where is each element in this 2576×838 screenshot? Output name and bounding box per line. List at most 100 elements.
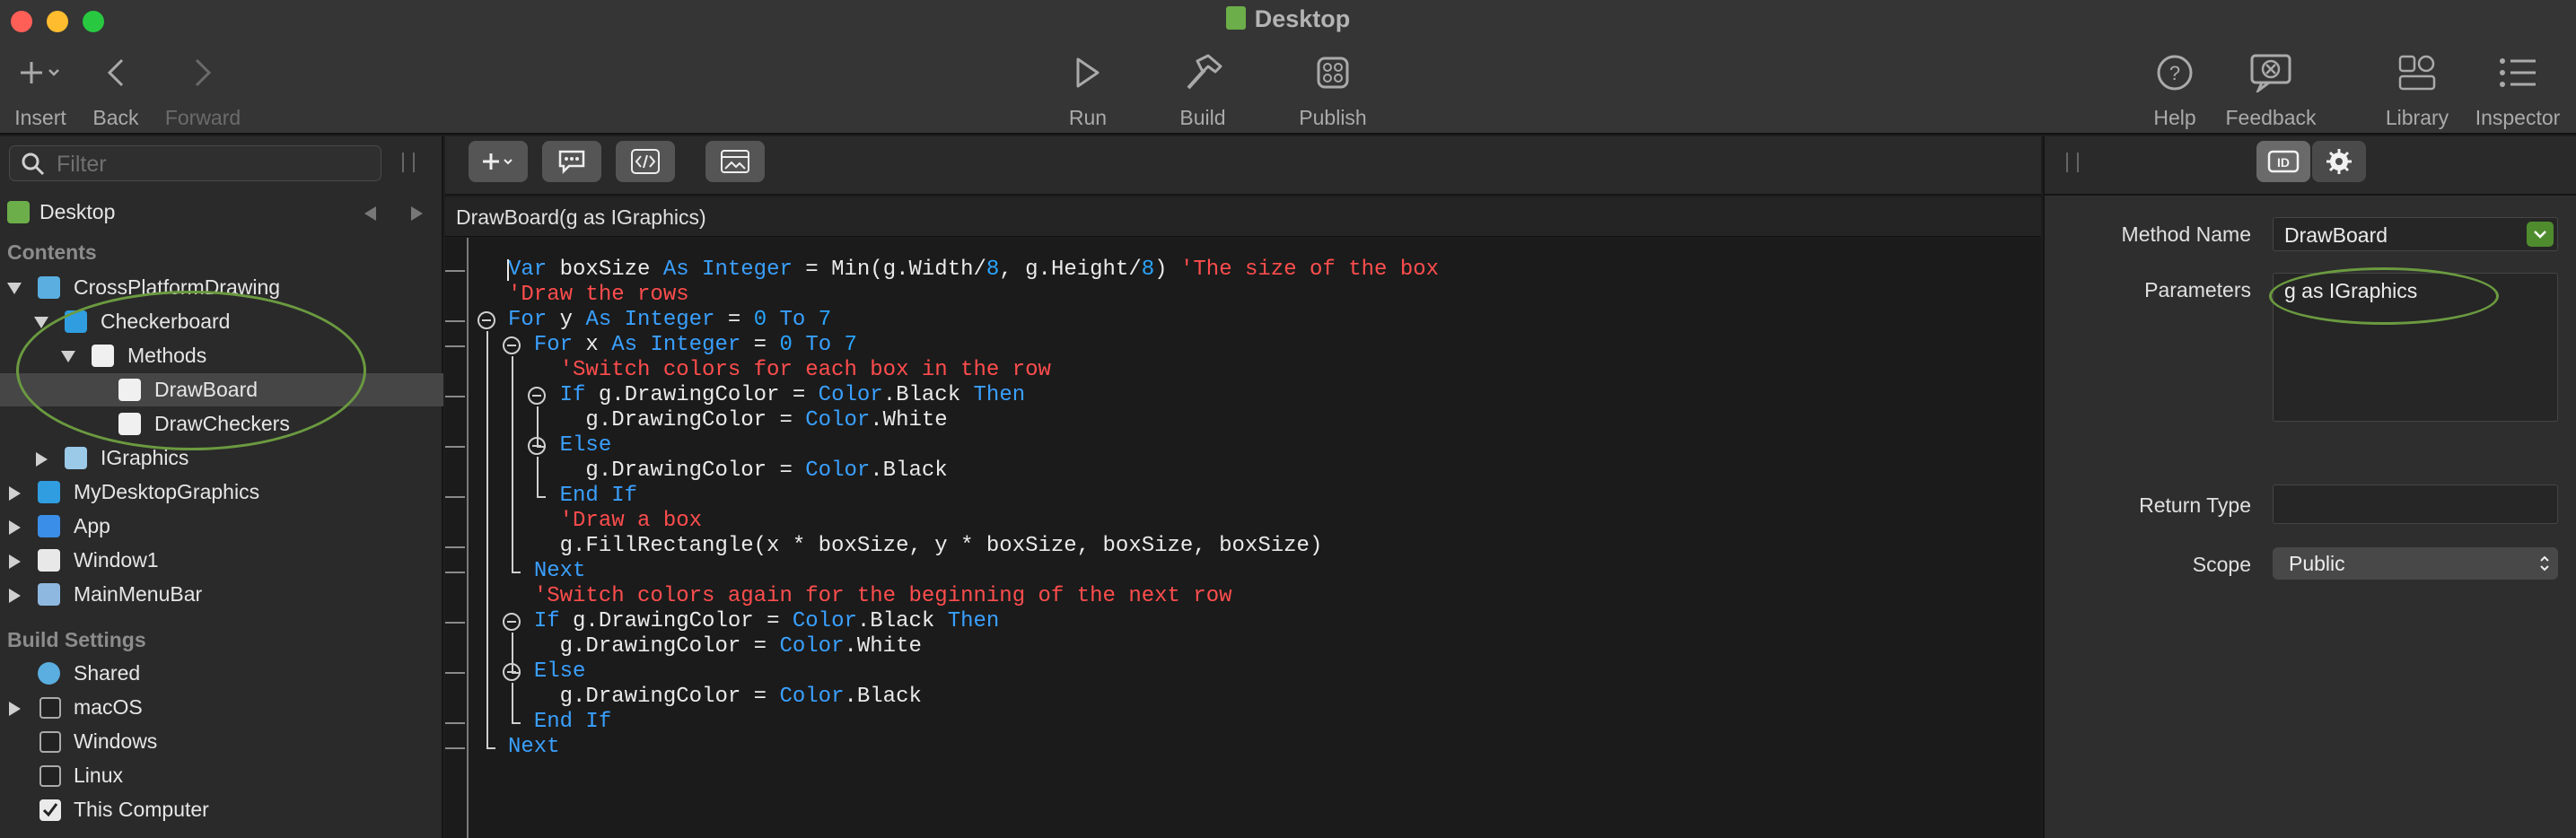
code-line[interactable]: 'Draw a box: [445, 509, 2041, 534]
inspector-button[interactable]: Inspector: [2468, 52, 2567, 130]
code-token: As Integer: [662, 258, 793, 282]
method-name-dropdown-button[interactable]: [2527, 222, 2554, 247]
code-line[interactable]: Next: [445, 735, 2041, 760]
code-line[interactable]: Next: [445, 559, 2041, 584]
build-item-linux[interactable]: Linux: [0, 759, 443, 792]
highlight-ellipse: [16, 291, 366, 450]
code-line[interactable]: g.DrawingColor = Color.White: [445, 408, 2041, 433]
build-button[interactable]: Build: [1167, 52, 1239, 130]
code-token: To: [805, 333, 832, 357]
fold-guide: [512, 722, 521, 724]
filter-field[interactable]: Filter: [9, 145, 381, 181]
run-button[interactable]: Run: [1059, 52, 1117, 130]
macos-checkbox[interactable]: [39, 697, 61, 719]
nav-item-window1[interactable]: Window1: [0, 544, 443, 577]
code-line[interactable]: For y As Integer = 0 To 7: [445, 308, 2041, 333]
image-button[interactable]: [705, 141, 765, 182]
forward-button[interactable]: Forward: [158, 52, 248, 130]
id-tab[interactable]: ID: [2256, 141, 2310, 182]
code-text: g.FillRectangle(x * boxSize, y * boxSize…: [508, 534, 1323, 559]
add-item-button[interactable]: [469, 141, 528, 182]
code-line[interactable]: 'Switch colors again for the beginning o…: [445, 584, 2041, 609]
shared-settings-icon: [38, 662, 60, 685]
code-line[interactable]: End If: [445, 710, 2041, 735]
method-name-field[interactable]: DrawBoard: [2273, 217, 2558, 251]
search-icon: [22, 153, 45, 176]
code-line[interactable]: If g.DrawingColor = Color.Black Then: [445, 609, 2041, 634]
build-item-windows[interactable]: Windows: [0, 725, 443, 758]
scope-popup[interactable]: Public: [2273, 547, 2558, 580]
comment-button[interactable]: [542, 141, 601, 182]
return-type-label: Return Type: [2139, 493, 2251, 517]
filter-input[interactable]: Filter: [57, 152, 107, 178]
code-token: .Black: [882, 383, 974, 407]
code-button[interactable]: [616, 141, 675, 182]
code-token: =: [714, 308, 754, 332]
line-marker: [445, 572, 465, 573]
this-computer-checkbox[interactable]: [39, 799, 61, 821]
code-token: 7: [844, 333, 857, 357]
code-line[interactable]: g.DrawingColor = Color.Black: [445, 685, 2041, 710]
code-line[interactable]: If g.DrawingColor = Color.Black Then: [445, 383, 2041, 408]
nav-forward-icon[interactable]: [411, 206, 423, 221]
code-editor[interactable]: Var boxSize As Integer = Min(g.Width/8, …: [445, 238, 2041, 838]
disclosure-closed-icon[interactable]: [9, 589, 21, 603]
feedback-icon: [2217, 52, 2325, 93]
return-type-field[interactable]: [2273, 484, 2558, 524]
code-line[interactable]: Else: [445, 659, 2041, 685]
code-token: 0: [753, 308, 767, 332]
nav-back-icon[interactable]: [364, 206, 376, 221]
split-handle[interactable]: [402, 153, 415, 172]
line-marker: [445, 672, 465, 674]
disclosure-closed-icon[interactable]: [9, 702, 21, 716]
code-line[interactable]: 'Switch colors for each box in the row: [445, 358, 2041, 383]
linux-checkbox[interactable]: [39, 765, 61, 787]
code-line[interactable]: Var boxSize As Integer = Min(g.Width/8, …: [445, 258, 2041, 283]
plus-chevron-icon: [9, 52, 72, 93]
code-token: As Integer: [585, 308, 715, 332]
code-token: Then: [947, 609, 1000, 633]
disclosure-closed-icon[interactable]: [9, 554, 21, 569]
nav-item-mainmenubar[interactable]: MainMenuBar: [0, 578, 443, 611]
code-token: End If: [533, 710, 612, 734]
back-button[interactable]: Back: [86, 52, 145, 130]
code-text: Next: [508, 735, 560, 760]
code-line[interactable]: For x As Integer = 0 To 7: [445, 333, 2041, 358]
code-line[interactable]: g.DrawingColor = Color.White: [445, 634, 2041, 659]
menubar-icon: [38, 583, 60, 606]
disclosure-closed-icon[interactable]: [9, 520, 21, 535]
code-line[interactable]: Else: [445, 433, 2041, 458]
publish-button[interactable]: Publish: [1292, 52, 1373, 130]
project-row[interactable]: Desktop: [0, 196, 443, 229]
code-line[interactable]: End If: [445, 484, 2041, 509]
code-token: Else: [533, 659, 586, 684]
disclosure-open-icon[interactable]: [7, 283, 22, 294]
disclosure-closed-icon[interactable]: [36, 452, 48, 467]
library-button[interactable]: Library: [2379, 52, 2456, 130]
split-handle[interactable]: [2066, 153, 2079, 172]
line-marker: [445, 446, 465, 448]
build-item-shared[interactable]: Shared: [0, 657, 443, 690]
code-text: For y As Integer = 0 To 7: [508, 308, 831, 333]
help-button[interactable]: ? Help: [2145, 52, 2204, 130]
code-line[interactable]: g.DrawingColor = Color.Black: [445, 458, 2041, 484]
windows-checkbox[interactable]: [39, 731, 61, 753]
fold-toggle-icon[interactable]: [478, 311, 495, 329]
nav-item-mydesktopgraphics[interactable]: MyDesktopGraphics: [0, 476, 443, 509]
disclosure-closed-icon[interactable]: [9, 486, 21, 501]
code-token: Else: [559, 433, 612, 458]
build-item-macos[interactable]: macOS: [0, 691, 443, 724]
code-token: 0: [779, 333, 793, 357]
code-token: Color: [805, 458, 871, 483]
feedback-button[interactable]: Feedback: [2217, 52, 2325, 130]
nav-item-app[interactable]: App: [0, 510, 443, 543]
insert-button[interactable]: Insert: [9, 52, 72, 130]
code-line[interactable]: 'Draw the rows: [445, 283, 2041, 308]
build-item-this-computer[interactable]: This Computer: [0, 793, 443, 826]
code-line[interactable]: g.FillRectangle(x * boxSize, y * boxSize…: [445, 534, 2041, 559]
code-text: End If: [508, 710, 611, 735]
settings-tab[interactable]: [2312, 141, 2366, 182]
code-token: = Min(g.Width/: [792, 258, 986, 282]
code-token: g.DrawingColor =: [585, 383, 819, 407]
